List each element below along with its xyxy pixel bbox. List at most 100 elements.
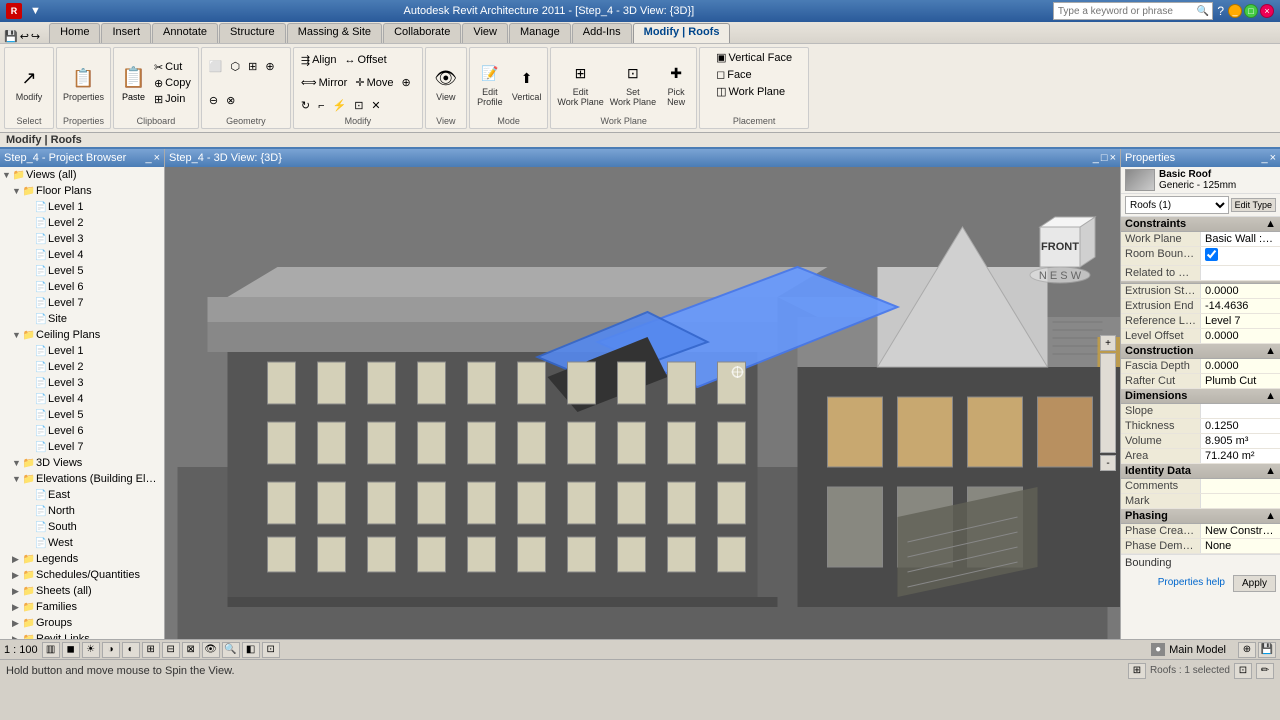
tab-massing[interactable]: Massing & Site <box>287 23 382 43</box>
tree-item-20[interactable]: 📄East <box>0 487 164 503</box>
tab-annotate[interactable]: Annotate <box>152 23 218 43</box>
view-canvas[interactable]: FRONT N E S W + - <box>165 167 1120 639</box>
tab-modify-roofs[interactable]: Modify | Roofs <box>633 23 731 43</box>
tree-item-7[interactable]: 📄Level 6 <box>0 279 164 295</box>
section-identity[interactable]: Identity Data ▲ <box>1121 464 1280 479</box>
worksets-btn[interactable]: ◧ <box>242 642 260 658</box>
geometry-btn5[interactable]: ⊖ <box>206 93 221 108</box>
tree-item-23[interactable]: 📄West <box>0 535 164 551</box>
browser-minimize-icon[interactable]: _ <box>145 152 151 164</box>
help-icon[interactable]: ? <box>1217 4 1224 18</box>
tab-structure[interactable]: Structure <box>219 23 286 43</box>
reveal-hidden-btn[interactable]: 🔍 <box>222 642 240 658</box>
crop-region-btn[interactable]: ⊟ <box>162 642 180 658</box>
search-bar[interactable]: 🔍 <box>1053 2 1213 20</box>
tab-collaborate[interactable]: Collaborate <box>383 23 461 43</box>
quick-undo-icon[interactable]: ↩ <box>20 30 29 43</box>
apply-button[interactable]: Apply <box>1233 575 1276 592</box>
browser-close-icon[interactable]: × <box>154 152 160 164</box>
view-close-icon[interactable]: × <box>1110 152 1116 164</box>
tree-item-16[interactable]: 📄Level 6 <box>0 423 164 439</box>
tree-item-10[interactable]: ▼📁Ceiling Plans <box>0 327 164 343</box>
tree-item-14[interactable]: 📄Level 4 <box>0 391 164 407</box>
properties-ribbon-button[interactable]: 📋 Properties <box>61 62 106 104</box>
section-constraints[interactable]: Constraints ▲ <box>1121 217 1280 232</box>
quick-redo-icon[interactable]: ↪ <box>31 30 40 43</box>
tree-item-29[interactable]: ▶📁Revit Links <box>0 631 164 639</box>
tree-item-13[interactable]: 📄Level 3 <box>0 375 164 391</box>
vertical-face-button[interactable]: ▣ Vertical Face <box>713 50 795 65</box>
search-icon[interactable]: 🔍 <box>1194 6 1212 17</box>
geometry-btn6[interactable]: ⊗ <box>223 93 238 108</box>
browser-content[interactable]: ▼📁Views (all)▼📁Floor Plans📄Level 1📄Level… <box>0 167 164 639</box>
tree-item-8[interactable]: 📄Level 7 <box>0 295 164 311</box>
geometry-btn3[interactable]: ⊞ <box>245 59 260 74</box>
close-button[interactable]: × <box>1260 4 1274 18</box>
section-phasing[interactable]: Phasing ▲ <box>1121 509 1280 524</box>
tree-item-12[interactable]: 📄Level 2 <box>0 359 164 375</box>
save-local-btn[interactable]: 💾 <box>1258 642 1276 658</box>
tree-item-22[interactable]: 📄South <box>0 519 164 535</box>
rotate-button[interactable]: ↻ <box>298 98 313 113</box>
copy2-button[interactable]: ⊕ <box>398 75 413 90</box>
copy-button[interactable]: ⊕ Copy <box>151 76 194 91</box>
tab-insert[interactable]: Insert <box>101 23 151 43</box>
join-button[interactable]: ⊞ Join <box>151 92 194 107</box>
quick-save-icon[interactable]: 💾 <box>4 30 18 43</box>
move-button[interactable]: ✛Move <box>352 75 396 90</box>
pick-new-button[interactable]: ✚ PickNew <box>660 57 692 109</box>
tree-item-6[interactable]: 📄Level 5 <box>0 263 164 279</box>
shadows-btn[interactable]: ◑ <box>102 642 120 658</box>
tree-item-1[interactable]: ▼📁Floor Plans <box>0 183 164 199</box>
properties-help-link[interactable]: Properties help <box>1154 575 1229 592</box>
edit-workplane-button[interactable]: ⊞ EditWork Plane <box>555 57 605 109</box>
tab-addins[interactable]: Add-Ins <box>572 23 632 43</box>
worksharing-btn[interactable]: ⊕ <box>1238 642 1256 658</box>
tab-view[interactable]: View <box>462 23 508 43</box>
offset-button[interactable]: ↔Offset <box>342 53 390 67</box>
room-bounding-checkbox[interactable] <box>1205 248 1218 261</box>
tree-item-27[interactable]: ▶📁Families <box>0 599 164 615</box>
props-close-icon[interactable]: × <box>1270 152 1276 164</box>
tree-item-21[interactable]: 📄North <box>0 503 164 519</box>
mirror-button[interactable]: ⟺Mirror <box>298 75 351 90</box>
tree-item-3[interactable]: 📄Level 2 <box>0 215 164 231</box>
tab-manage[interactable]: Manage <box>509 23 571 43</box>
tree-item-15[interactable]: 📄Level 5 <box>0 407 164 423</box>
render-btn[interactable]: ◐ <box>122 642 140 658</box>
annotation-crop-btn[interactable]: ⊠ <box>182 642 200 658</box>
tree-item-17[interactable]: 📄Level 7 <box>0 439 164 455</box>
tree-item-18[interactable]: ▼📁3D Views <box>0 455 164 471</box>
tree-item-4[interactable]: 📄Level 3 <box>0 231 164 247</box>
tree-item-2[interactable]: 📄Level 1 <box>0 199 164 215</box>
align-button[interactable]: ⇶Align <box>298 53 340 68</box>
geometry-btn4[interactable]: ⊕ <box>262 59 277 74</box>
geometry-btn2[interactable]: ⬡ <box>228 59 244 74</box>
view-ribbon-btn[interactable]: 👁 View <box>430 62 462 104</box>
tree-item-11[interactable]: 📄Level 1 <box>0 343 164 359</box>
instance-selector[interactable]: Roofs (1) <box>1125 196 1229 214</box>
cut-button[interactable]: ✂ Cut <box>151 60 194 75</box>
nav-cube[interactable]: FRONT N E S W <box>1020 207 1100 287</box>
zoom-controls[interactable]: + - <box>1100 335 1116 471</box>
section-construction[interactable]: Construction ▲ <box>1121 344 1280 359</box>
delete-button[interactable]: ✕ <box>368 98 383 113</box>
split-button[interactable]: ⚡ <box>330 98 350 113</box>
menu-item-file[interactable]: ▼ <box>26 4 45 18</box>
modify-button[interactable]: ↗ Modify <box>13 62 45 104</box>
visual-style-btn[interactable]: ◼ <box>62 642 80 658</box>
view-maximize-icon[interactable]: □ <box>1101 152 1108 164</box>
tree-item-25[interactable]: ▶📁Schedules/Quantities <box>0 567 164 583</box>
temp-hide-btn[interactable]: 👁 <box>202 642 220 658</box>
search-input[interactable] <box>1054 6 1194 17</box>
design-options-btn[interactable]: ⊡ <box>262 642 280 658</box>
tree-item-5[interactable]: 📄Level 4 <box>0 247 164 263</box>
section-dimensions[interactable]: Dimensions ▲ <box>1121 389 1280 404</box>
tree-item-19[interactable]: ▼📁Elevations (Building Elevation) <box>0 471 164 487</box>
scale-button[interactable]: ⊡ <box>351 98 366 113</box>
detail-level-btn[interactable]: ▥ <box>42 642 60 658</box>
status-filter-btn[interactable]: ⊞ <box>1128 663 1146 679</box>
tree-item-9[interactable]: 📄Site <box>0 311 164 327</box>
zoom-slider[interactable] <box>1100 353 1116 453</box>
zoom-out-button[interactable]: - <box>1100 455 1116 471</box>
